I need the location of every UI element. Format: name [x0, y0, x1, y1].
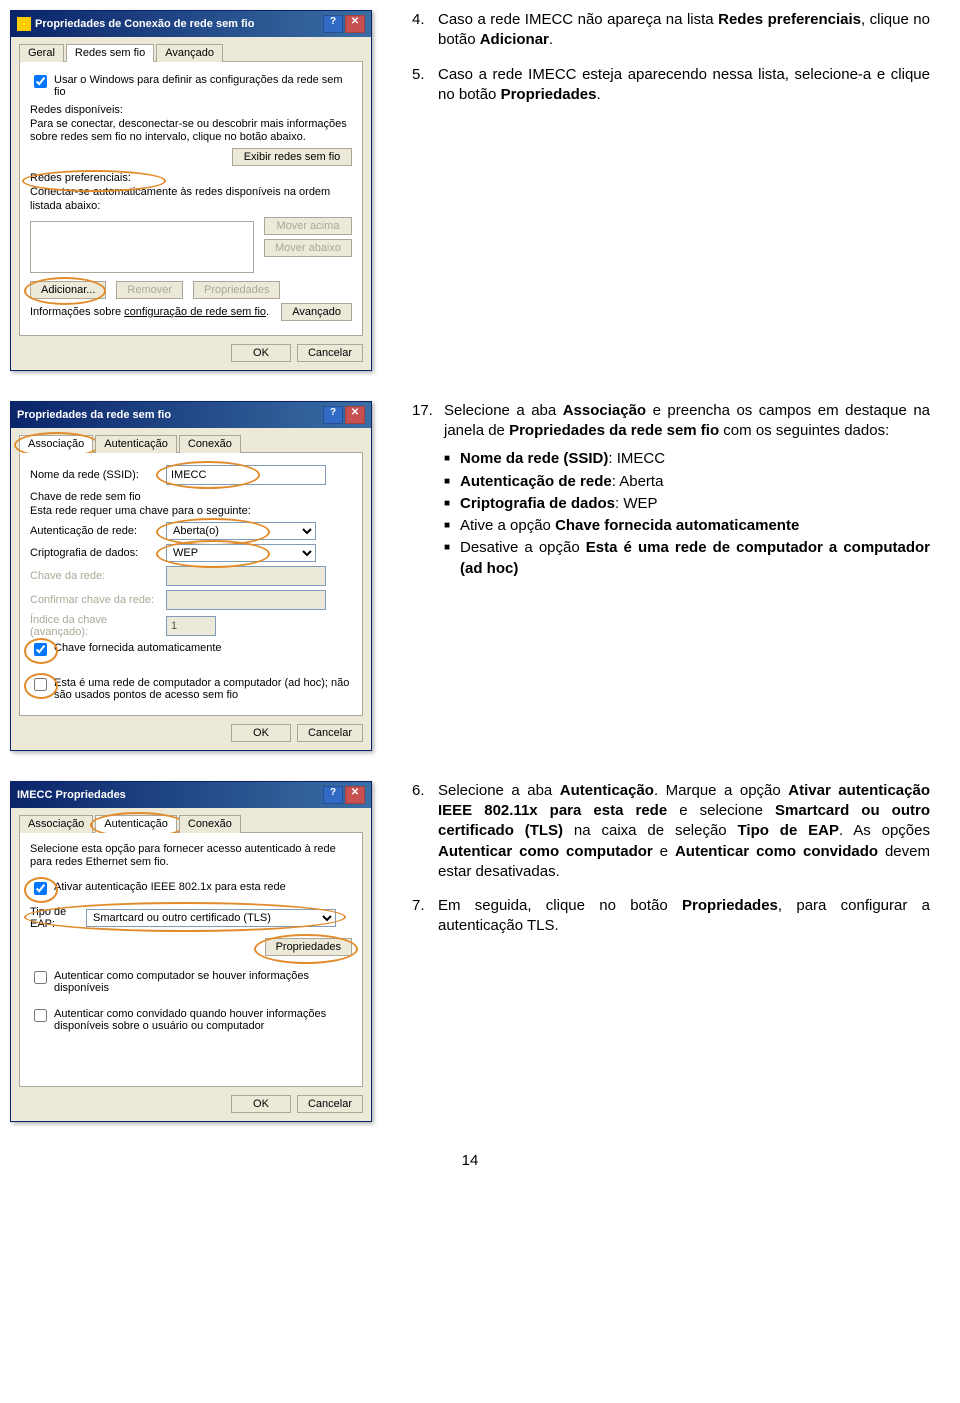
tab-general[interactable]: Geral [19, 44, 64, 62]
dialog-wireless-network-properties: Propriedades da rede sem fio ? ✕ Associa… [10, 401, 372, 751]
titlebar: Propriedades da rede sem fio ? ✕ [11, 402, 371, 428]
tab-authentication[interactable]: Autenticação [95, 435, 177, 453]
available-networks-text: Para se conectar, desconectar-se ou desc… [30, 118, 352, 144]
ok-button[interactable]: OK [231, 1095, 291, 1113]
auth-as-guest-checkbox[interactable] [34, 1009, 47, 1022]
eap-type-label: Tipo de EAP: [30, 906, 80, 930]
tab-wireless-networks[interactable]: Redes sem fio [66, 44, 154, 62]
bullet-auth: Autenticação de rede: Aberta [444, 472, 930, 492]
dialog-title: Propriedades de Conexão de rede sem fio [35, 18, 254, 30]
enable-8021x-checkbox[interactable] [34, 882, 47, 895]
add-button[interactable]: Adicionar... [30, 281, 106, 299]
use-windows-checkbox[interactable] [34, 75, 47, 88]
use-windows-label: Usar o Windows para definir as configura… [54, 74, 352, 98]
help-button[interactable]: ? [323, 406, 343, 424]
more-info-text: Informações sobre configuração de rede s… [30, 306, 271, 319]
close-button[interactable]: ✕ [345, 15, 365, 33]
cancel-button[interactable]: Cancelar [297, 724, 363, 742]
auth-as-guest-label: Autenticar como convidado quando houver … [54, 1008, 352, 1032]
cancel-button[interactable]: Cancelar [297, 344, 363, 362]
cancel-button[interactable]: Cancelar [297, 1095, 363, 1113]
eap-type-select[interactable]: Smartcard ou outro certificado (TLS) [86, 909, 336, 927]
close-button[interactable]: ✕ [345, 786, 365, 804]
step-text: Selecione a aba Autenticação. Marque a o… [438, 781, 930, 882]
intro-text: Selecione esta opção para fornecer acess… [30, 843, 352, 869]
ok-button[interactable]: OK [231, 724, 291, 742]
close-button[interactable]: ✕ [345, 406, 365, 424]
tabs: Associação Autenticação Conexão [19, 434, 363, 453]
help-button[interactable]: ? [323, 786, 343, 804]
network-key-text: Esta rede requer uma chave para o seguin… [30, 505, 352, 518]
advanced-button[interactable]: Avançado [281, 303, 352, 321]
key-index-input [166, 616, 216, 636]
step-number: 7. [412, 896, 438, 937]
preferred-networks-header: Redes preferenciais: [30, 172, 352, 184]
tabs: Associação Autenticação Conexão [19, 814, 363, 833]
instructions-block-1: 4. Caso a rede IMECC não apareça na list… [412, 10, 930, 119]
instructions-block-2: 17. Selecione a aba Associação e preench… [412, 401, 930, 601]
preferred-networks-text: Conectar-se automaticamente às redes dis… [30, 186, 352, 212]
dialog-title: IMECC Propriedades [17, 789, 126, 801]
move-up-button: Mover acima [264, 217, 352, 235]
dialog-wireless-connection-properties: Propriedades de Conexão de rede sem fio … [10, 10, 372, 371]
auth-select[interactable]: Aberta(o) [166, 522, 316, 540]
step-text: Em seguida, clique no botão Propriedades… [438, 896, 930, 937]
network-key-group: Chave de rede sem fio [30, 491, 352, 503]
confirm-key-label: Confirmar chave da rede: [30, 594, 160, 606]
auth-label: Autenticação de rede: [30, 525, 160, 537]
preferred-networks-list[interactable] [30, 221, 254, 273]
step-number: 6. [412, 781, 438, 882]
ok-button[interactable]: OK [231, 344, 291, 362]
step-number: 17. [412, 401, 444, 587]
step-text: Selecione a aba Associação e preencha os… [444, 402, 930, 439]
show-networks-button[interactable]: Exibir redes sem fio [232, 148, 352, 166]
instructions-block-3: 6. Selecione a aba Autenticação. Marque … [412, 781, 930, 951]
dialog-imecc-properties: IMECC Propriedades ? ✕ Associação Autent… [10, 781, 372, 1122]
eap-properties-button[interactable]: Propriedades [265, 938, 352, 956]
tab-connection[interactable]: Conexão [179, 435, 241, 453]
key-label: Chave da rede: [30, 570, 160, 582]
wireless-icon [17, 17, 31, 31]
adhoc-checkbox[interactable] [34, 678, 47, 691]
remove-button: Remover [116, 281, 183, 299]
tab-connection[interactable]: Conexão [179, 815, 241, 833]
step-number: 5. [412, 65, 438, 106]
tab-association[interactable]: Associação [19, 435, 93, 453]
tab-authentication[interactable]: Autenticação [95, 815, 177, 833]
properties-button: Propriedades [193, 281, 280, 299]
step-text: Caso a rede IMECC esteja aparecendo ness… [438, 65, 930, 106]
bullet-ssid: Nome da rede (SSID): IMECC [444, 449, 930, 469]
auth-as-computer-label: Autenticar como computador se houver inf… [54, 970, 352, 994]
bullet-adhoc: Desative a opção Esta é uma rede de comp… [444, 538, 930, 579]
titlebar: IMECC Propriedades ? ✕ [11, 782, 371, 808]
available-networks-header: Redes disponíveis: [30, 104, 352, 116]
adhoc-label: Esta é uma rede de computador a computad… [54, 677, 352, 701]
auto-key-label: Chave fornecida automaticamente [54, 642, 222, 654]
ssid-input[interactable] [166, 465, 326, 485]
crypt-select[interactable]: WEP [166, 544, 316, 562]
help-button[interactable]: ? [323, 15, 343, 33]
titlebar: Propriedades de Conexão de rede sem fio … [11, 11, 371, 37]
move-down-button: Mover abaixo [264, 239, 352, 257]
enable-8021x-label: Ativar autenticação IEEE 802.1x para est… [54, 881, 286, 893]
page-number: 14 [10, 1152, 930, 1169]
key-input [166, 566, 326, 586]
step-text: Caso a rede IMECC não apareça na lista R… [438, 10, 930, 51]
auto-key-checkbox[interactable] [34, 643, 47, 656]
bullet-crypt: Criptografia de dados: WEP [444, 494, 930, 514]
tabs: Geral Redes sem fio Avançado [19, 43, 363, 62]
step-number: 4. [412, 10, 438, 51]
tab-association[interactable]: Associação [19, 815, 93, 833]
wireless-config-link[interactable]: configuração de rede sem fio [124, 306, 266, 318]
key-index-label: Índice da chave (avançado): [30, 614, 160, 638]
dialog-title: Propriedades da rede sem fio [17, 409, 171, 421]
ssid-label: Nome da rede (SSID): [30, 469, 160, 481]
bullet-autokey: Ative a opção Chave fornecida automatica… [444, 516, 930, 536]
confirm-key-input [166, 590, 326, 610]
tab-advanced[interactable]: Avançado [156, 44, 223, 62]
auth-as-computer-checkbox[interactable] [34, 971, 47, 984]
crypt-label: Criptografia de dados: [30, 547, 160, 559]
